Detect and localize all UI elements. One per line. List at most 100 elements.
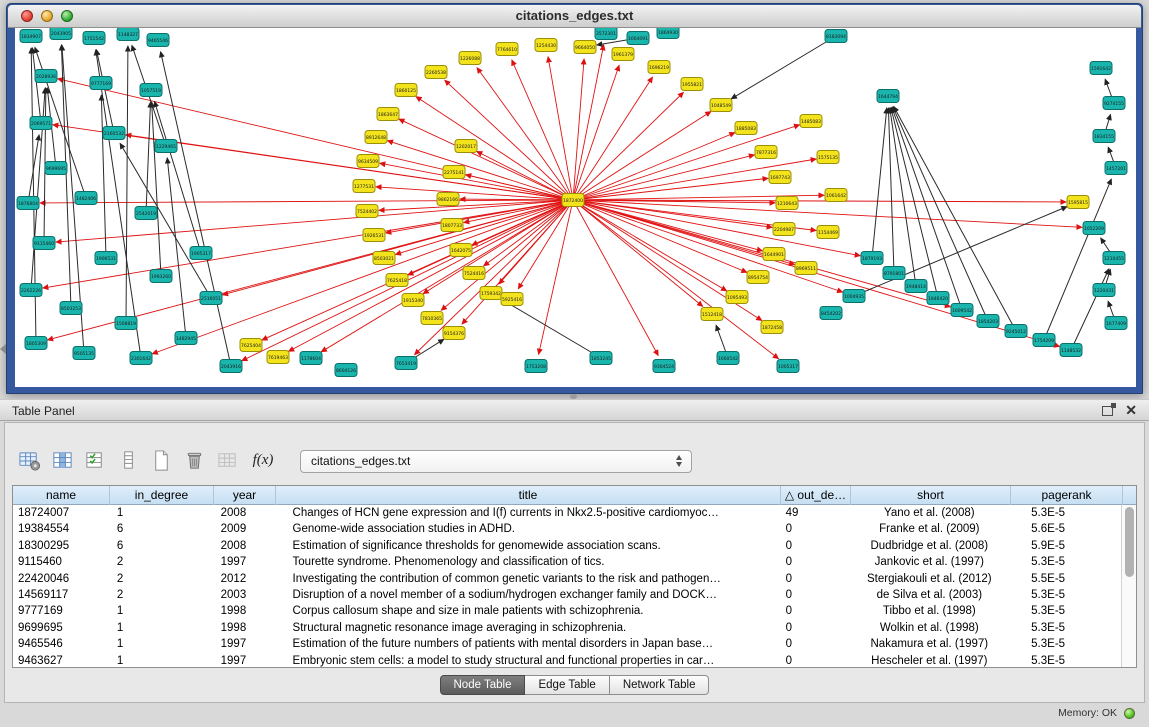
table-row[interactable]: 1872400712008Changes of HCN gene express… <box>13 505 1121 521</box>
table-row[interactable]: 911546021997Tourette syndrome. Phenomeno… <box>13 554 1121 570</box>
graph-node[interactable]: 1805309 <box>25 337 47 350</box>
graph-edge[interactable] <box>1071 269 1109 350</box>
graph-node[interactable]: 1854203 <box>977 315 999 328</box>
graph-edge[interactable] <box>573 200 950 307</box>
table-row[interactable]: 977716911998Corpus callosum shape and si… <box>13 603 1121 619</box>
graph-node[interactable]: 1220431 <box>1093 284 1115 297</box>
graph-edge[interactable] <box>573 200 658 355</box>
graph-node[interactable]: 1457201 <box>1105 162 1127 175</box>
graph-node[interactable]: 9505135 <box>73 347 95 360</box>
graph-node[interactable]: 1644901 <box>763 248 785 261</box>
graph-edge[interactable] <box>101 95 106 258</box>
graph-node[interactable]: 9304524 <box>653 360 675 373</box>
graph-edge[interactable] <box>399 119 573 200</box>
graph-edge[interactable] <box>161 52 231 366</box>
graph-node[interactable]: 1052209 <box>1083 222 1105 235</box>
graph-node[interactable]: 7524402 <box>356 205 378 218</box>
graph-node[interactable]: 1591642 <box>1090 62 1112 75</box>
graph-node[interactable]: 7877316 <box>755 146 777 159</box>
column-header-pagerank[interactable]: pagerank <box>1011 486 1123 505</box>
graph-node[interactable]: 2275141 <box>443 166 465 179</box>
graph-edge[interactable] <box>31 48 36 343</box>
graph-node[interactable]: 1202017 <box>455 140 477 153</box>
graph-edge[interactable] <box>872 108 887 258</box>
graph-node[interactable]: 1229465 <box>155 140 177 153</box>
graph-node[interactable]: 1926531 <box>363 229 385 242</box>
graph-edge[interactable] <box>573 200 843 292</box>
graph-edge[interactable] <box>43 200 573 288</box>
graph-node[interactable]: 9862166 <box>437 193 459 206</box>
graph-node[interactable]: 9154376 <box>443 327 465 340</box>
graph-node[interactable]: 7625404 <box>240 339 262 352</box>
graph-node[interactable]: 1885083 <box>735 122 757 135</box>
edit-rows-icon[interactable] <box>83 448 108 473</box>
graph-node[interactable]: 1154469 <box>817 226 839 239</box>
graph-node[interactable]: 1754209 <box>1033 334 1055 347</box>
graph-node[interactable]: 1226088 <box>459 52 481 65</box>
function-builder-icon[interactable]: f(x) <box>248 448 278 473</box>
graph-node[interactable]: 1853245 <box>590 352 612 365</box>
graph-edge[interactable] <box>96 50 141 358</box>
graph-edge[interactable] <box>152 200 573 354</box>
graph-node[interactable]: 1210643 <box>776 197 798 210</box>
graph-node[interactable]: 1876804 <box>17 197 39 210</box>
graph-node[interactable]: 9274155 <box>1103 97 1125 110</box>
graph-edge[interactable] <box>155 101 201 253</box>
graph-node[interactable]: 1753208 <box>525 360 547 373</box>
graph-node[interactable]: 1846420 <box>927 292 949 305</box>
graph-edge[interactable] <box>146 102 151 213</box>
graph-node[interactable]: 9465546 <box>147 34 169 47</box>
graph-node[interactable]: 2069571 <box>30 117 52 130</box>
table-row[interactable]: 2242004622012Investigating the contribut… <box>13 571 1121 587</box>
graph-node[interactable]: 1095493 <box>726 291 748 304</box>
graph-node[interactable]: 1834155 <box>1093 130 1115 143</box>
graph-node[interactable]: 1048549 <box>710 99 732 112</box>
graph-node[interactable]: 1677409 <box>1105 317 1127 330</box>
graph-node[interactable]: 8503021 <box>373 252 395 265</box>
graph-node[interactable]: 2043916 <box>220 360 242 373</box>
graph-node[interactable]: 1864930 <box>657 28 679 39</box>
graph-node[interactable]: 1057519 <box>140 84 162 97</box>
graph-edge[interactable] <box>484 200 573 266</box>
float-panel-icon[interactable] <box>1102 406 1113 416</box>
graph-edge[interactable] <box>40 200 573 203</box>
graph-node[interactable]: 1512418 <box>701 308 723 321</box>
graph-node[interactable]: 1834907 <box>20 30 42 43</box>
graph-edge[interactable] <box>548 57 573 200</box>
table-row[interactable]: 1830029562008Estimation of significance … <box>13 538 1121 554</box>
graph-node[interactable]: 1697743 <box>769 171 791 184</box>
graph-node[interactable]: 1905317 <box>190 247 212 260</box>
graph-edge[interactable] <box>58 79 573 200</box>
graph-node[interactable]: 7524416 <box>463 267 485 280</box>
graph-node[interactable]: 2043905 <box>50 28 72 40</box>
graph-node[interactable]: 1915340 <box>402 294 424 307</box>
graph-edge[interactable] <box>61 45 71 308</box>
graph-node[interactable]: 9245012 <box>1005 325 1027 338</box>
tab-network-table[interactable]: Network Table <box>610 675 710 695</box>
graph-node[interactable]: 9664050 <box>574 41 596 54</box>
graph-node[interactable]: 9699695 <box>45 162 67 175</box>
graph-node[interactable]: 3572301 <box>595 28 617 40</box>
tab-edge-table[interactable]: Edge Table <box>525 675 609 695</box>
graph-node[interactable]: 1005317 <box>777 360 799 373</box>
collapse-left-panel-arrow[interactable] <box>0 344 6 354</box>
new-table-icon[interactable] <box>149 448 174 473</box>
network-canvas[interactable]: 1872400186364789126489634509127753175244… <box>15 28 1136 387</box>
table-row[interactable]: 946554611997Estimation of the future num… <box>13 636 1121 652</box>
graph-node[interactable]: 1879193 <box>861 252 883 265</box>
graph-node[interactable]: 2516051 <box>200 292 222 305</box>
table-row[interactable]: 946362711997Embryonic stem cells: a mode… <box>13 653 1121 667</box>
graph-node[interactable]: 8969511 <box>795 262 817 275</box>
graph-node[interactable]: 2260538 <box>425 66 447 79</box>
graph-node[interactable]: 1568819 <box>115 317 137 330</box>
graph-edge[interactable] <box>731 36 836 99</box>
graph-edge[interactable] <box>415 200 573 355</box>
column-header-in_degree[interactable]: in_degree <box>110 486 214 505</box>
scrollbar-thumb[interactable] <box>1125 507 1134 577</box>
graph-edge[interactable] <box>126 46 128 323</box>
graph-node[interactable]: 1948414 <box>905 280 927 293</box>
graph-node[interactable]: 2301642 <box>130 352 152 365</box>
graph-node[interactable]: 8604126 <box>335 364 357 377</box>
graph-edge[interactable] <box>167 158 186 338</box>
graph-node[interactable]: 7653419 <box>395 357 417 370</box>
